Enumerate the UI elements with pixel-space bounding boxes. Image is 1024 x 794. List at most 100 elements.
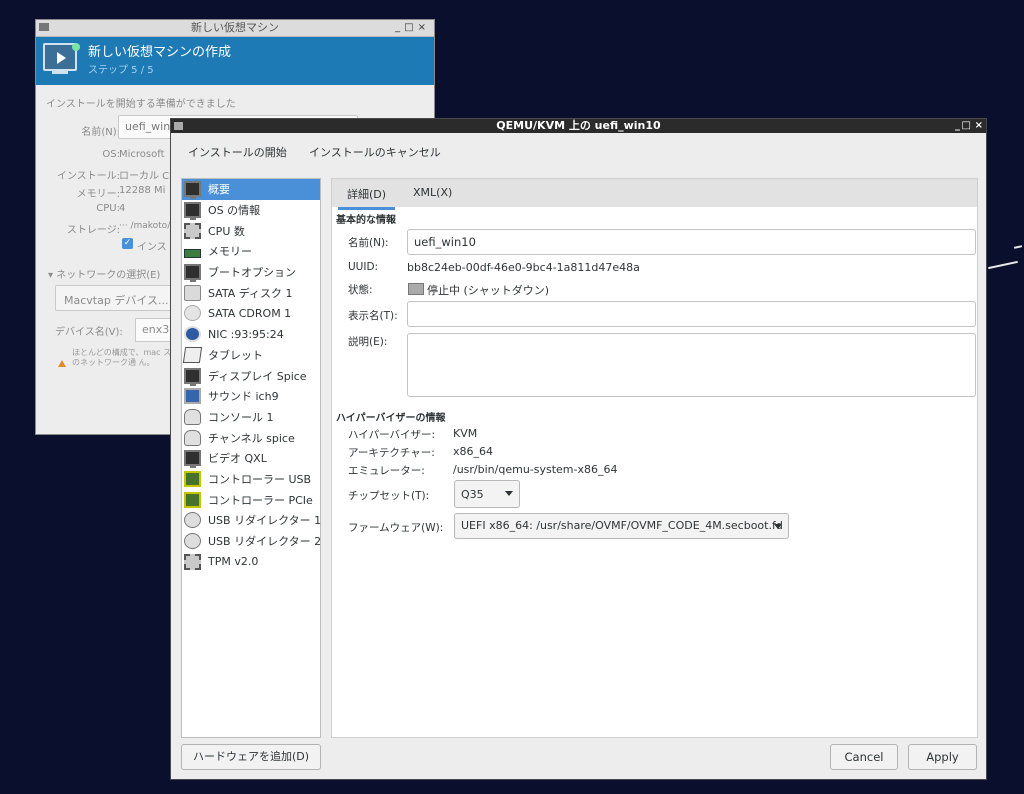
usb-icon	[184, 512, 201, 529]
hw-item-controller-usb[interactable]: コントローラー USB	[182, 469, 320, 490]
title-input[interactable]	[407, 301, 976, 327]
ready-text: インストールを開始する準備ができました	[46, 99, 236, 110]
network-section-label: ネットワークの選択(E)	[56, 270, 161, 281]
hw-item-usb-redirector-1[interactable]: USB リダイレクター 1	[182, 510, 322, 531]
add-hardware-button[interactable]: ハードウェアを追加(D)	[181, 744, 321, 770]
console-icon	[184, 429, 201, 446]
description-label: 説明(E):	[348, 336, 388, 348]
hw-item-console[interactable]: コンソール 1	[182, 407, 320, 428]
chipset-label: チップセット(T):	[348, 490, 430, 502]
hw-item-sata-disk[interactable]: SATA ディスク 1	[182, 282, 320, 303]
tablet-icon	[182, 346, 203, 363]
architecture-label: アーキテクチャー:	[348, 447, 435, 459]
window-title: QEMU/KVM 上の uefi_win10	[496, 119, 661, 132]
console-icon	[184, 408, 201, 425]
os-label: OS:	[102, 149, 120, 160]
monitor-icon	[184, 202, 201, 221]
hw-item-overview[interactable]: 概要	[182, 179, 320, 200]
hw-item-label: コントローラー USB	[208, 472, 312, 486]
hw-item-label: OS の情報	[208, 204, 261, 218]
desktop-decoration	[1013, 245, 1023, 249]
architecture-value: x86_64	[453, 445, 494, 458]
hw-item-label: ブートオプション	[208, 266, 296, 280]
hw-item-cpu[interactable]: CPU 数	[182, 220, 320, 241]
hw-item-label: チャンネル spice	[208, 431, 295, 445]
chipset-value: Q35	[461, 488, 484, 501]
ram-icon	[184, 248, 201, 258]
hw-item-label: サウンド ich9	[208, 390, 279, 404]
state-label: 状態:	[348, 284, 373, 296]
minimize-icon[interactable]: _	[395, 22, 404, 33]
hw-item-controller-pcie[interactable]: コントローラー PCIe	[182, 489, 320, 510]
hw-item-memory[interactable]: メモリー	[182, 241, 320, 262]
disk-icon	[184, 284, 201, 301]
hw-item-label: NIC :93:95:24	[208, 327, 284, 341]
tab-bar: 詳細(D) XML(X)	[332, 179, 977, 210]
hardware-list: 概要 OS の情報 CPU 数 メモリー ブートオプション SATA ディスク …	[181, 178, 321, 738]
chipset-dropdown[interactable]: Q35	[454, 480, 520, 508]
hw-item-tablet[interactable]: タブレット	[182, 345, 320, 366]
description-textarea[interactable]	[407, 333, 976, 397]
firmware-label: ファームウェア(W):	[348, 522, 444, 534]
hypervisor-info-heading: ハイパーバイザーの情報	[336, 413, 446, 424]
emulator-value: /usr/bin/qemu-system-x86_64	[453, 463, 618, 476]
hw-item-nic[interactable]: NIC :93:95:24	[182, 324, 320, 345]
tab-xml[interactable]: XML(X)	[413, 186, 452, 199]
monitor-stand	[52, 71, 68, 74]
hw-item-label: 概要	[208, 183, 230, 197]
hw-item-display[interactable]: ディスプレイ Spice	[182, 365, 320, 386]
os-value: Microsoft	[119, 149, 165, 160]
hw-item-label: USB リダイレクター 2	[208, 535, 322, 549]
tab-details[interactable]: 詳細(D)	[338, 186, 396, 210]
hw-item-sata-cdrom[interactable]: SATA CDROM 1	[182, 303, 320, 324]
wizard-titlebar[interactable]: 新しい仮想マシン _□×	[36, 20, 434, 37]
network-expander[interactable]: ▾ ネットワークの選択(E)	[48, 266, 160, 281]
cancel-button[interactable]: Cancel	[830, 744, 898, 770]
storage-value: ··· /makoto/	[119, 221, 171, 231]
hw-item-video[interactable]: ビデオ QXL	[182, 448, 320, 469]
state-value: 停止中 (シャットダウン)	[427, 284, 550, 297]
cpu-value: 4	[119, 203, 126, 214]
name-label: 名前(N):	[81, 127, 120, 138]
name-input[interactable]: uefi_win10	[407, 229, 976, 255]
close-icon[interactable]: ×	[975, 119, 983, 133]
desktop-decoration	[988, 260, 1018, 270]
main-titlebar[interactable]: QEMU/KVM 上の uefi_win10 _ □ ×	[171, 119, 986, 133]
close-icon[interactable]: ×	[418, 22, 430, 33]
title-label: 表示名(T):	[348, 310, 398, 322]
shutoff-icon	[408, 283, 424, 295]
apply-button[interactable]: Apply	[908, 744, 977, 770]
window-controls[interactable]: _□×	[395, 20, 430, 36]
cdrom-icon	[184, 305, 201, 322]
hw-item-usb-redirector-2[interactable]: USB リダイレクター 2	[182, 531, 322, 552]
cancel-install-button[interactable]: インストールのキャンセル	[309, 144, 441, 160]
hw-item-label: CPU 数	[208, 224, 245, 238]
minimize-icon[interactable]: _	[955, 119, 960, 133]
hw-item-sound[interactable]: サウンド ich9	[182, 386, 320, 407]
banner-title: 新しい仮想マシンの作成	[88, 45, 232, 60]
hw-item-tpm[interactable]: TPM v2.0	[182, 551, 320, 572]
hw-item-channel[interactable]: チャンネル spice	[182, 427, 320, 448]
firmware-dropdown[interactable]: UEFI x86_64: /usr/share/OVMF/OVMF_CODE_4…	[454, 513, 789, 539]
hw-item-boot[interactable]: ブートオプション	[182, 262, 320, 283]
monitor-icon	[184, 264, 201, 283]
hw-item-os-info[interactable]: OS の情報	[182, 200, 320, 221]
monitor-icon	[184, 367, 201, 386]
customize-checkbox[interactable]: ✓	[122, 238, 133, 249]
begin-install-button[interactable]: インストールの開始	[188, 144, 287, 160]
maximize-icon[interactable]: □	[962, 119, 971, 133]
hw-item-label: タブレット	[208, 348, 263, 362]
hw-item-label: TPM v2.0	[208, 555, 259, 569]
install-label: インストール:	[56, 171, 120, 182]
firmware-value: UEFI x86_64: /usr/share/OVMF/OVMF_CODE_4…	[461, 519, 783, 532]
banner-step: ステップ 5 / 5	[88, 65, 154, 76]
monitor-icon	[184, 450, 201, 469]
sound-icon	[184, 388, 201, 405]
maximize-icon[interactable]: □	[404, 22, 417, 33]
device-label: デバイス名(V):	[55, 327, 123, 338]
nic-icon	[184, 326, 201, 343]
action-bar: インストールの開始 インストールのキャンセル	[171, 133, 986, 169]
hw-item-label: USB リダイレクター 1	[208, 514, 322, 528]
cpu-label: CPU:	[96, 203, 120, 214]
name-label: 名前(N):	[348, 237, 389, 249]
